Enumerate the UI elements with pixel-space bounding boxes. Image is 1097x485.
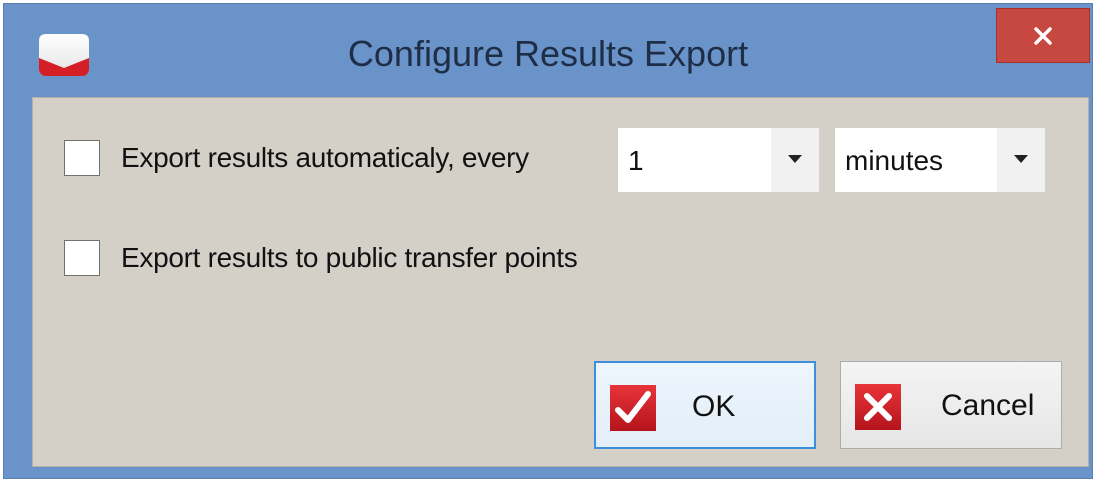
x-icon bbox=[855, 384, 901, 430]
chevron-down-icon bbox=[1014, 155, 1028, 163]
auto-export-label[interactable]: Export results automaticaly, every bbox=[121, 142, 529, 174]
red-envelope-icon bbox=[39, 34, 89, 76]
public-transfer-label[interactable]: Export results to public transfer points bbox=[121, 242, 578, 274]
public-transfer-checkbox[interactable] bbox=[64, 240, 100, 276]
interval-unit-dropdown[interactable]: minutes bbox=[835, 128, 1045, 192]
title-bar[interactable]: Configure Results Export bbox=[4, 4, 1092, 97]
dialog-content: Export results automaticaly, every 1 min… bbox=[32, 97, 1089, 467]
window-title: Configure Results Export bbox=[347, 33, 749, 74]
chevron-down-icon bbox=[788, 155, 802, 163]
checkmark-icon bbox=[610, 385, 656, 431]
close-icon bbox=[1034, 27, 1052, 45]
unit-dropdown-arrow[interactable] bbox=[997, 128, 1045, 192]
cancel-button[interactable]: Cancel bbox=[840, 361, 1062, 449]
cancel-label: Cancel bbox=[941, 389, 1035, 422]
interval-value-dropdown[interactable]: 1 bbox=[618, 128, 819, 192]
interval-value: 1 bbox=[628, 145, 644, 176]
auto-export-checkbox[interactable] bbox=[64, 140, 100, 176]
close-button[interactable] bbox=[996, 8, 1090, 63]
ok-label: OK bbox=[692, 390, 736, 423]
dialog-window: Configure Results Export Export results … bbox=[3, 3, 1093, 479]
interval-unit: minutes bbox=[845, 145, 944, 176]
interval-dropdown-arrow[interactable] bbox=[771, 128, 819, 192]
ok-button[interactable]: OK bbox=[594, 361, 816, 449]
